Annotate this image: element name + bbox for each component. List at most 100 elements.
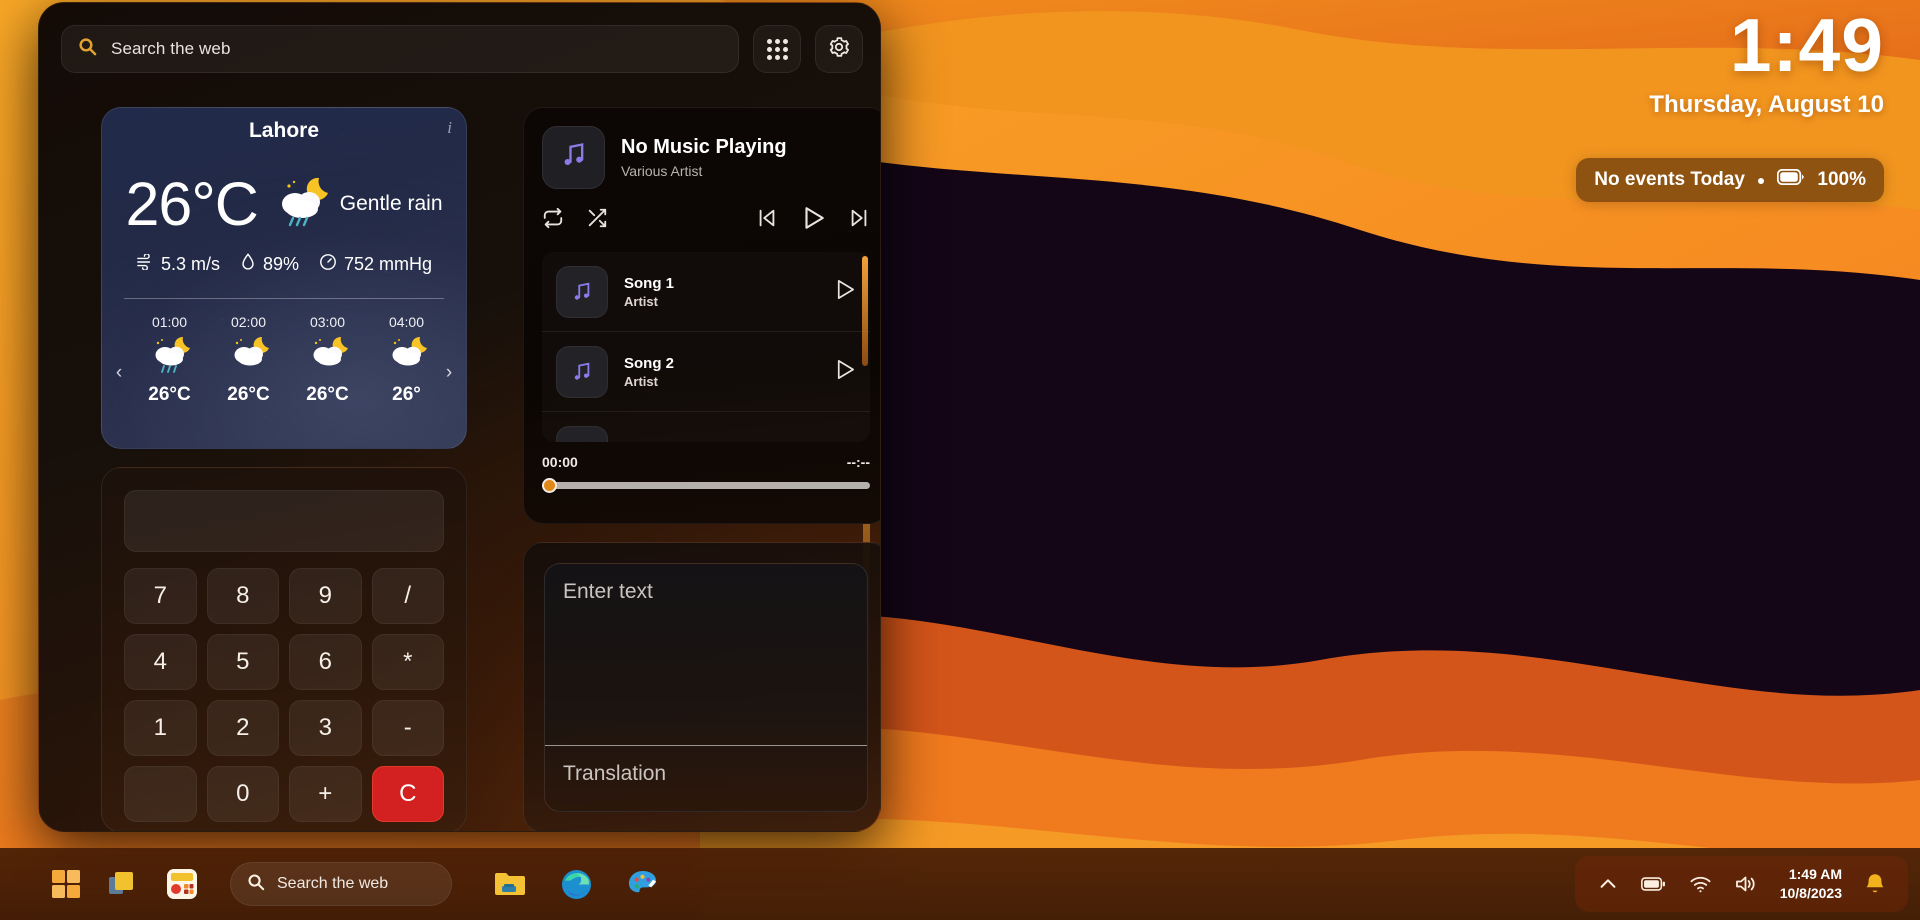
widgets-icon[interactable]	[160, 862, 204, 906]
calc-key-5[interactable]: 5	[206, 634, 279, 690]
battery-percent: 100%	[1817, 169, 1866, 190]
humidity-value: 89%	[262, 254, 300, 274]
song-title: Song 1	[624, 274, 675, 292]
volume-icon[interactable]	[1734, 874, 1758, 894]
forecast-time: 01:00	[151, 314, 188, 330]
settings-button[interactable]	[815, 25, 863, 73]
song-list: Song 1 Artist Song 2 Artist	[542, 252, 870, 442]
translate-input[interactable]: Enter text	[545, 564, 867, 746]
song-list-scrollbar[interactable]	[862, 256, 868, 366]
forecast-temp: 26°C	[148, 384, 191, 405]
calc-key-8[interactable]: 8	[206, 568, 279, 624]
calc-key-multiply[interactable]: *	[371, 634, 444, 690]
taskbar-apps	[488, 862, 664, 906]
weather-pressure: 752 mmHg	[319, 253, 432, 276]
calc-key-add[interactable]: +	[289, 766, 362, 822]
weather-widget[interactable]: Lahore i 26°C Gentle rain 5.3 m/s 89% 75…	[101, 107, 467, 449]
taskbar-search-input[interactable]: Search the web	[230, 862, 452, 906]
paint-icon[interactable]	[620, 862, 664, 906]
calc-key-9[interactable]: 9	[289, 568, 362, 624]
list-item[interactable]	[542, 412, 870, 442]
panel-search-input[interactable]: Search the web	[61, 25, 739, 73]
forecast-time: 02:00	[230, 314, 267, 330]
wind-icon	[136, 253, 154, 275]
desktop-clock: 1:49 Thursday, August 10	[1649, 8, 1884, 119]
file-explorer-icon[interactable]	[488, 862, 532, 906]
weather-hourly-forecast: ‹ 01:00 26°C 02:00 26°C 03:00 26°C 04:00…	[102, 310, 466, 440]
pill-separator-dot: ●	[1756, 172, 1766, 188]
tray-clock[interactable]: 1:49 AM 10/8/2023	[1780, 865, 1842, 903]
song-artist: Artist	[624, 293, 658, 309]
music-time-row: 00:00 --:--	[524, 442, 880, 470]
widgets-column: Lahore i 26°C Gentle rain 5.3 m/s 89% 75…	[61, 99, 880, 831]
calc-key-2[interactable]: 2	[206, 700, 279, 756]
calc-key-4[interactable]: 4	[124, 634, 197, 690]
previous-track-icon[interactable]	[756, 207, 778, 234]
search-icon	[247, 873, 265, 896]
weather-divider	[124, 298, 444, 299]
progress-track	[542, 482, 870, 489]
clock-date: Thursday, August 10	[1649, 91, 1884, 118]
list-item[interactable]: Song 2 Artist	[542, 332, 870, 412]
forecast-temp: 26°C	[306, 384, 349, 405]
bell-icon[interactable]	[1864, 872, 1886, 896]
wind-value: 5.3 m/s	[160, 254, 220, 274]
forecast-time: 03:00	[309, 314, 346, 330]
album-art	[542, 126, 605, 189]
info-icon[interactable]: i	[447, 118, 452, 138]
taskbar-left-group: Search the web	[0, 862, 664, 906]
apps-grid-button[interactable]	[753, 25, 801, 73]
play-icon[interactable]	[800, 205, 826, 236]
calc-key-1[interactable]: 1	[124, 700, 197, 756]
music-title: No Music Playing	[621, 136, 787, 158]
battery-icon[interactable]	[1640, 876, 1667, 892]
chevron-up-icon[interactable]	[1597, 873, 1619, 895]
tray-date: 10/8/2023	[1779, 885, 1842, 901]
play-icon[interactable]	[833, 278, 856, 306]
calc-key-0[interactable]: 0	[206, 766, 279, 822]
forecast-hour: 01:00 26°C	[130, 310, 209, 406]
calc-key-divide[interactable]: /	[371, 568, 444, 624]
weather-temperature: 26°C	[125, 169, 258, 238]
system-tray: 1:49 AM 10/8/2023	[1574, 856, 1908, 912]
cloud-moon-rain-icon	[130, 330, 209, 380]
status-pill[interactable]: No events Today ● 100%	[1576, 158, 1884, 202]
edge-browser-icon[interactable]	[554, 862, 598, 906]
panel-search-placeholder: Search the web	[111, 39, 231, 58]
song-meta: Song 2 Artist	[624, 355, 674, 389]
weather-city: Lahore	[248, 119, 319, 142]
calc-key-clear[interactable]: C	[371, 766, 444, 822]
play-icon[interactable]	[833, 358, 856, 386]
forecast-hour: 02:00 26°C	[209, 310, 288, 406]
widgets-panel: Search the web Lahore i 26°C Gentle rain…	[38, 2, 881, 832]
task-view-icon[interactable]	[102, 862, 146, 906]
calc-key-3[interactable]: 3	[289, 700, 362, 756]
song-artist: Artist	[624, 373, 658, 389]
weather-wind: 5.3 m/s	[136, 253, 220, 275]
shuffle-icon[interactable]	[586, 207, 608, 234]
calculator-keypad: 7 8 9 / 4 5 6 * 1 2 3 - 0 + C	[124, 568, 444, 822]
wifi-icon[interactable]	[1689, 874, 1712, 894]
cloud-moon-icon	[209, 330, 288, 380]
forecast-prev-button[interactable]: ‹	[108, 362, 130, 388]
weather-humidity: 89%	[240, 253, 299, 276]
forecast-next-button[interactable]: ›	[438, 362, 460, 388]
calc-key-subtract[interactable]: -	[371, 700, 444, 756]
calc-key-6[interactable]: 6	[289, 634, 362, 690]
repeat-icon[interactable]	[542, 207, 564, 234]
next-track-icon[interactable]	[848, 207, 870, 234]
events-label: No events Today	[1594, 169, 1745, 190]
music-note-icon	[556, 425, 608, 442]
calc-key-7[interactable]: 7	[124, 568, 197, 624]
list-item[interactable]: Song 1 Artist	[542, 252, 870, 332]
song-title: Song 2	[624, 354, 675, 372]
translate-box: Enter text Translation	[544, 563, 868, 812]
calculator-display[interactable]	[124, 490, 444, 552]
progress-thumb[interactable]	[542, 478, 557, 493]
music-progress-slider[interactable]	[542, 478, 870, 493]
windows-start-icon[interactable]	[44, 862, 88, 906]
calculator-widget: 7 8 9 / 4 5 6 * 1 2 3 - 0 + C	[101, 467, 467, 831]
music-note-icon	[556, 345, 608, 398]
gauge-icon	[319, 253, 337, 276]
calc-key-blank[interactable]	[124, 766, 197, 822]
